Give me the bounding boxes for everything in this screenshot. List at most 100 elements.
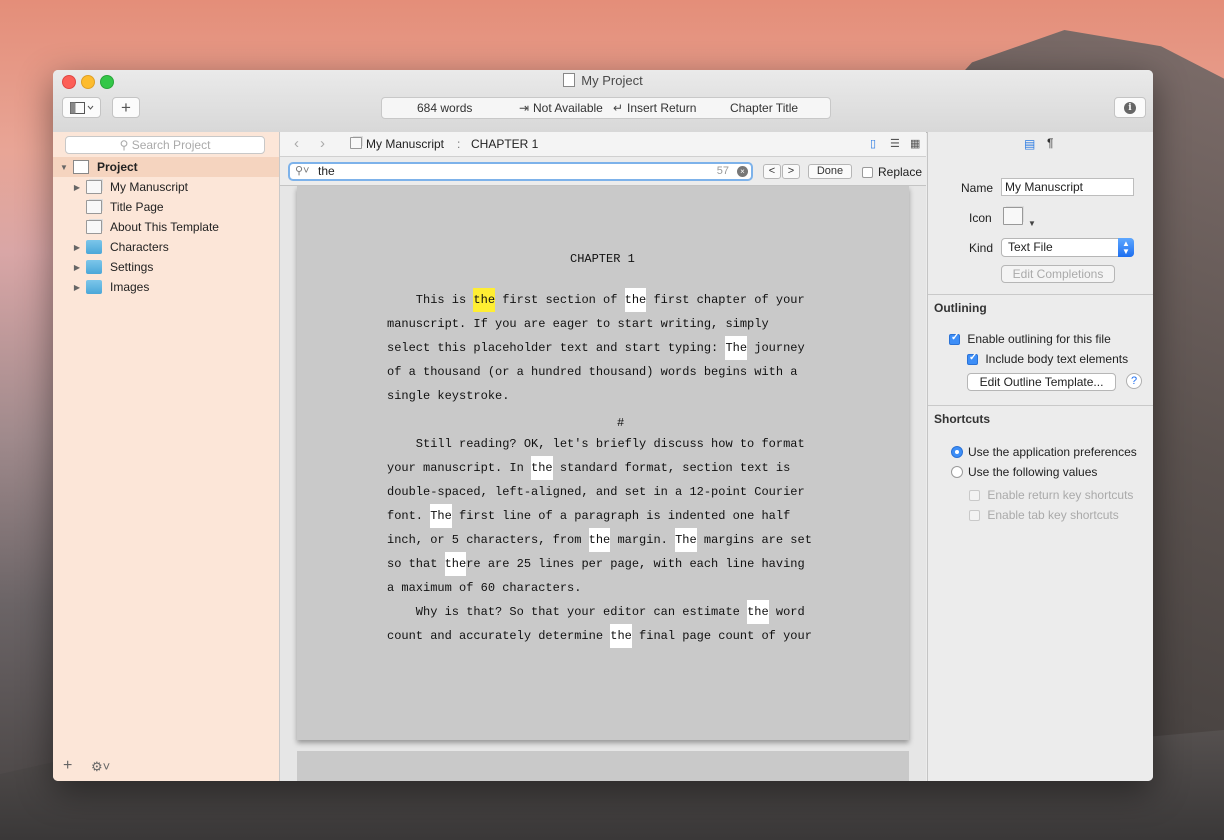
match-count: 57 bbox=[716, 165, 729, 177]
clear-search-icon[interactable]: × bbox=[737, 166, 748, 177]
match-highlight: the bbox=[610, 624, 632, 648]
editor-header-bar: ‹ › My Manuscript : CHAPTER 1 ▯ ☰ ▦ bbox=[280, 132, 926, 157]
binder-item-characters[interactable]: ▶ Characters bbox=[53, 237, 169, 257]
current-style-label: Chapter Title bbox=[730, 101, 799, 115]
match-highlight: The bbox=[725, 336, 748, 360]
chapter-heading: CHAPTER 1 bbox=[570, 252, 635, 266]
inspector-toggle-button[interactable]: i bbox=[1114, 97, 1146, 118]
disclosure-triangle-icon[interactable]: ▶ bbox=[72, 183, 82, 192]
gear-menu-icon[interactable]: ⚙︎˅ bbox=[91, 759, 110, 775]
enable-tab-checkbox[interactable] bbox=[969, 510, 980, 521]
shortcuts-section-title: Shortcuts bbox=[934, 412, 991, 426]
use-app-prefs-radio[interactable] bbox=[951, 446, 963, 458]
forward-arrow-icon[interactable]: › bbox=[320, 135, 325, 152]
disclosure-triangle-icon[interactable]: ▼ bbox=[59, 163, 69, 172]
binder-item-about-template[interactable]: About This Template bbox=[53, 217, 219, 237]
word-count: 684 words bbox=[417, 101, 473, 115]
match-highlight: the bbox=[747, 600, 769, 624]
find-bar: ⚲˅ the 57 × < > Done Replace bbox=[280, 157, 926, 186]
corkboard-view-icon[interactable]: ▦ bbox=[910, 137, 920, 150]
document-stack-icon bbox=[86, 180, 102, 194]
divider bbox=[928, 294, 1153, 295]
manuscript-text[interactable]: This is the first section of the first c… bbox=[387, 288, 805, 408]
divider bbox=[928, 405, 1153, 406]
find-input[interactable]: ⚲˅ the 57 × bbox=[288, 162, 753, 181]
document-icon bbox=[86, 200, 102, 214]
disclosure-triangle-icon[interactable]: ▶ bbox=[72, 283, 82, 292]
enable-return-checkbox[interactable] bbox=[969, 490, 980, 501]
help-button[interactable]: ? bbox=[1126, 373, 1142, 389]
include-body-option[interactable]: Include body text elements bbox=[967, 352, 1128, 366]
return-action-label: Insert Return bbox=[627, 101, 697, 115]
use-app-prefs-option[interactable]: Use the application preferences bbox=[951, 445, 1137, 459]
match-highlight: the bbox=[531, 456, 553, 480]
window-title: My Project bbox=[53, 73, 1153, 88]
binder-item-title-page[interactable]: Title Page bbox=[53, 197, 164, 217]
disclosure-triangle-icon[interactable]: ▶ bbox=[72, 263, 82, 272]
search-project-field[interactable]: ⚲ Search Project bbox=[65, 136, 265, 154]
document-stack-icon bbox=[350, 137, 362, 149]
title-bar: My Project + 684 words ⇥ Not Available ↵… bbox=[53, 70, 1153, 133]
add-item-button[interactable]: + bbox=[112, 97, 140, 118]
current-match-highlight: the bbox=[473, 288, 496, 312]
info-icon: i bbox=[1124, 101, 1136, 114]
match-highlight: the bbox=[624, 288, 647, 312]
document-stack-icon bbox=[1003, 207, 1023, 225]
search-icon: ⚲˅ bbox=[295, 165, 310, 177]
document-icon bbox=[86, 220, 102, 234]
sidebar-toggle-button[interactable] bbox=[62, 97, 101, 118]
binder-item-images[interactable]: ▶ Images bbox=[53, 277, 149, 297]
back-arrow-icon[interactable]: ‹ bbox=[294, 135, 299, 152]
return-arrow-icon: ↵ bbox=[613, 101, 624, 115]
binder-item-settings[interactable]: ▶ Settings bbox=[53, 257, 153, 277]
use-following-radio[interactable] bbox=[951, 466, 963, 478]
match-highlight: the bbox=[444, 552, 467, 576]
tab-action-label: Not Available bbox=[533, 101, 603, 115]
find-previous-button[interactable]: < bbox=[763, 164, 781, 179]
folder-icon bbox=[86, 240, 102, 254]
enable-outlining-option[interactable]: Enable outlining for this file bbox=[949, 332, 1111, 346]
replace-checkbox[interactable] bbox=[862, 165, 873, 179]
binder-item-my-manuscript[interactable]: ▶ My Manuscript bbox=[53, 177, 188, 197]
icon-picker[interactable]: ▼ bbox=[1001, 205, 1036, 229]
use-following-option[interactable]: Use the following values bbox=[951, 465, 1097, 479]
binder-item-project[interactable]: ▼ Project bbox=[53, 157, 279, 177]
match-highlight: The bbox=[430, 504, 452, 528]
sidebar-icon bbox=[69, 101, 93, 114]
add-binder-item-button[interactable]: + bbox=[63, 757, 72, 775]
enable-tab-shortcuts-option[interactable]: Enable tab key shortcuts bbox=[969, 508, 1119, 522]
editor-page-area[interactable]: CHAPTER 1 This is the first section of t… bbox=[280, 186, 926, 781]
kind-select[interactable]: Text File ▲ ▼ bbox=[1001, 238, 1134, 257]
breadcrumb-separator: : bbox=[457, 137, 461, 151]
find-next-button[interactable]: > bbox=[782, 164, 800, 179]
name-field[interactable]: My Manuscript bbox=[1001, 178, 1134, 196]
include-body-checkbox[interactable] bbox=[967, 352, 978, 365]
metadata-tab-icon[interactable]: ▤ bbox=[1024, 137, 1035, 151]
edit-outline-template-button[interactable]: Edit Outline Template... bbox=[967, 373, 1116, 391]
enable-outlining-checkbox[interactable] bbox=[949, 332, 960, 345]
next-page bbox=[297, 751, 909, 781]
folder-icon bbox=[86, 260, 102, 274]
project-file-icon bbox=[563, 73, 576, 87]
breadcrumb-document[interactable]: My Manuscript bbox=[366, 137, 444, 151]
toolbar-status-box: 684 words ⇥ Not Available ↵ Insert Retur… bbox=[381, 97, 831, 119]
find-done-button[interactable]: Done bbox=[808, 164, 852, 179]
checkbox-box[interactable] bbox=[862, 167, 873, 178]
document-view-icon[interactable]: ▯ bbox=[870, 137, 876, 150]
outline-view-icon[interactable]: ☰ bbox=[890, 137, 900, 150]
breadcrumb-section[interactable]: CHAPTER 1 bbox=[471, 137, 538, 151]
name-label: Name bbox=[961, 181, 994, 195]
folder-icon bbox=[86, 280, 102, 294]
disclosure-triangle-icon[interactable]: ▶ bbox=[72, 243, 82, 252]
icon-label: Icon bbox=[969, 211, 992, 225]
formatting-tab-icon[interactable]: ¶ bbox=[1047, 136, 1053, 150]
enable-return-shortcuts-option[interactable]: Enable return key shortcuts bbox=[969, 488, 1133, 502]
inspector-panel: ▤ ¶ Name My Manuscript Icon ▼ Kind Text … bbox=[927, 132, 1153, 781]
section-separator: # bbox=[617, 416, 625, 430]
match-highlight: the bbox=[588, 528, 611, 552]
manuscript-page[interactable]: CHAPTER 1 This is the first section of t… bbox=[297, 186, 909, 740]
edit-completions-button[interactable]: Edit Completions bbox=[1001, 265, 1115, 283]
replace-label: Replace bbox=[878, 165, 923, 179]
project-icon bbox=[73, 160, 89, 174]
manuscript-text-2[interactable]: Still reading? OK, let's briefly discuss… bbox=[387, 432, 812, 648]
